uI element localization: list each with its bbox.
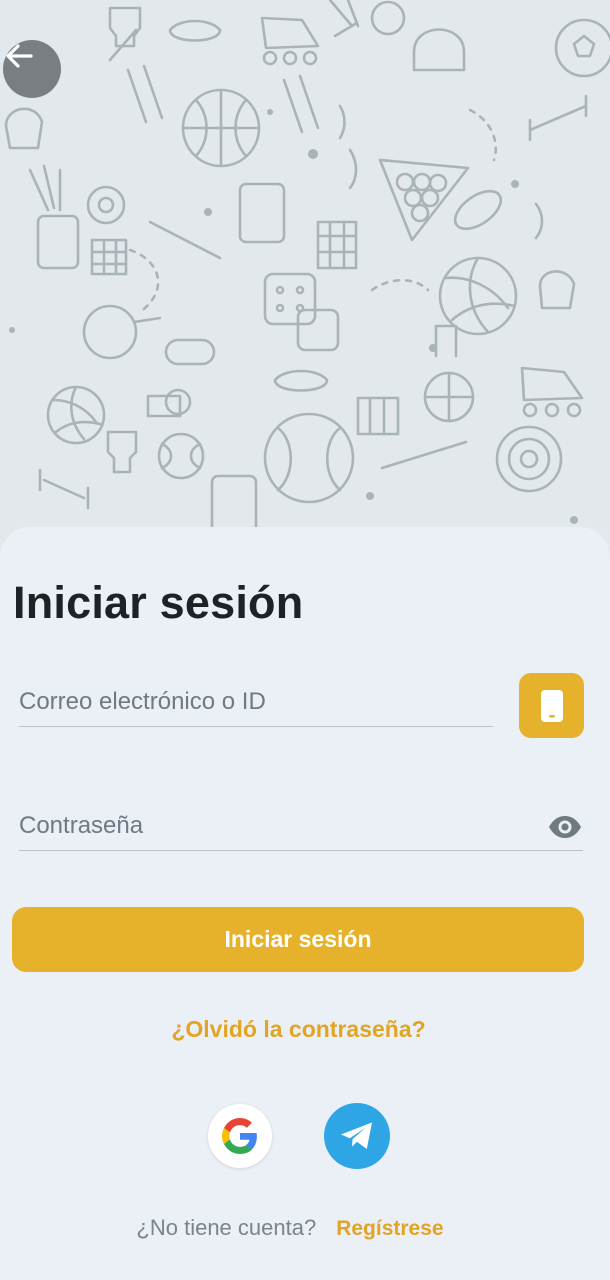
sports-pattern-illustration — [4, 0, 610, 534]
eye-icon — [549, 816, 581, 838]
telegram-login-button[interactable] — [324, 1103, 390, 1169]
no-account-text: ¿No tiene cuenta? — [136, 1215, 317, 1240]
password-field — [19, 804, 583, 851]
phone-login-toggle-button[interactable] — [519, 673, 584, 738]
login-submit-label: Iniciar sesión — [224, 926, 372, 952]
forgot-password-link[interactable]: ¿Olvidó la contraseña? — [0, 1016, 597, 1043]
login-sheet — [0, 527, 610, 1280]
back-button[interactable] — [3, 40, 61, 98]
arrow-left-icon — [6, 44, 33, 68]
telegram-icon — [341, 1122, 372, 1149]
hero-background — [0, 0, 610, 560]
signup-row: ¿No tiene cuenta? Regístrese — [0, 1215, 580, 1241]
google-icon — [222, 1118, 257, 1154]
show-password-button[interactable] — [548, 812, 582, 842]
email-field — [19, 680, 493, 727]
email-input[interactable] — [19, 680, 493, 724]
password-input[interactable] — [19, 804, 529, 848]
smartphone-icon — [540, 689, 563, 722]
google-login-button[interactable] — [208, 1104, 272, 1168]
login-submit-button[interactable]: Iniciar sesión — [12, 907, 584, 972]
register-link[interactable]: Regístrese — [336, 1217, 443, 1240]
page-title: Iniciar sesión — [13, 577, 304, 628]
